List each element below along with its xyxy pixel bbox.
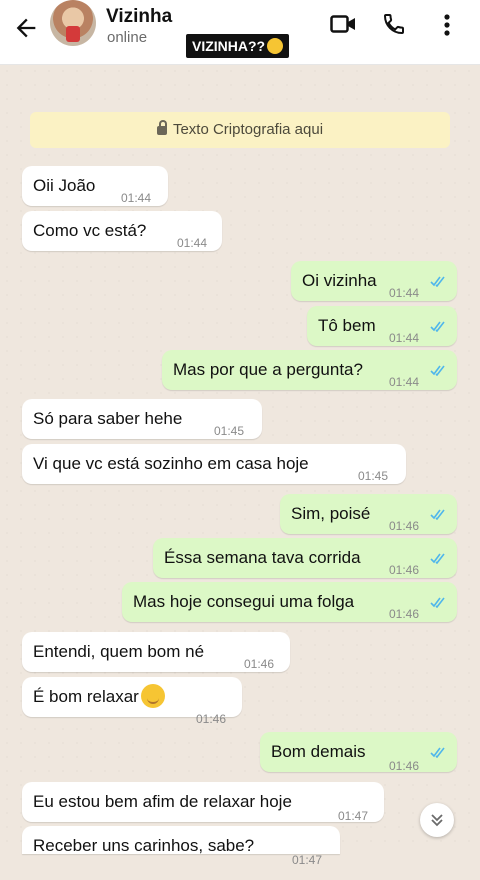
scroll-to-bottom-button[interactable] xyxy=(420,803,454,837)
message-time: 01:44 xyxy=(177,236,208,250)
message-text: Tô bem xyxy=(318,316,376,335)
read-receipt-icon xyxy=(430,597,445,608)
overlay-tag: VIZINHA?? xyxy=(186,34,290,58)
message-incoming[interactable]: Só para saber hehe 01:45 xyxy=(22,399,262,439)
read-receipt-icon xyxy=(430,747,445,758)
message-text-content: É bom relaxar xyxy=(33,687,139,706)
encryption-notice-text: Texto Criptografia aqui xyxy=(172,121,324,138)
contact-name[interactable]: Vizinha xyxy=(106,6,172,28)
message-text: Mas por que a pergunta? xyxy=(173,360,363,379)
message-text: Como vc está? xyxy=(33,221,147,240)
message-outgoing[interactable]: Oi vizinha 01:44 xyxy=(291,261,457,301)
message-incoming[interactable]: Eu estou bem afim de relaxar hoje 01:47 xyxy=(22,782,384,823)
phone-call-icon[interactable] xyxy=(382,12,406,36)
message-text: Sim, poisé xyxy=(291,504,371,523)
message-time: 01:44 xyxy=(389,375,420,389)
message-text: Só para saber hehe xyxy=(33,409,183,428)
message-outgoing[interactable]: Sim, poisé 01:46 xyxy=(280,494,457,534)
message-time: 01:46 xyxy=(244,657,275,671)
relieved-face-icon xyxy=(140,684,165,708)
read-receipt-icon xyxy=(430,509,445,520)
message-outgoing[interactable]: Tô bem 01:44 xyxy=(307,306,457,346)
contact-status: online xyxy=(107,29,148,46)
message-incoming[interactable]: Receber uns carinhos, sabe? 01:47 xyxy=(22,826,340,867)
chat-header: Vizinha online VIZINHA?? xyxy=(0,0,480,65)
message-outgoing[interactable]: Éssa semana tava corrida 01:46 xyxy=(153,538,457,578)
avatar[interactable] xyxy=(50,0,96,46)
double-chevron-down-icon xyxy=(431,814,443,827)
message-incoming[interactable]: Entendi, quem bom né 01:46 xyxy=(22,632,290,672)
more-options-icon[interactable] xyxy=(437,12,457,38)
message-outgoing[interactable]: Mas hoje consegui uma folga 01:46 xyxy=(122,582,457,622)
message-text: Entendi, quem bom né xyxy=(33,642,205,661)
message-text: Oi vizinha xyxy=(302,271,377,290)
message-time: 01:46 xyxy=(196,712,227,726)
message-incoming[interactable]: Como vc está? 01:44 xyxy=(22,211,222,251)
message-time: 01:46 xyxy=(389,607,420,621)
message-text: Éssa semana tava corrida xyxy=(164,548,361,567)
message-incoming[interactable]: Vi que vc está sozinho em casa hoje 01:4… xyxy=(22,444,406,484)
message-text: Eu estou bem afim de relaxar hoje xyxy=(33,792,292,811)
message-text: Bom demais xyxy=(271,742,366,761)
message-incoming[interactable]: Oii João 01:44 xyxy=(22,166,168,206)
message-incoming[interactable]: É bom relaxar 01:46 xyxy=(22,677,242,726)
read-receipt-icon xyxy=(430,553,445,564)
message-time: 01:46 xyxy=(389,759,420,773)
message-text: É bom relaxar xyxy=(33,677,165,717)
message-time: 01:45 xyxy=(358,469,389,483)
message-outgoing[interactable]: Bom demais 01:46 xyxy=(260,732,457,773)
message-time: 01:47 xyxy=(338,809,369,823)
message-outgoing[interactable]: Mas por que a pergunta? 01:44 xyxy=(162,350,457,390)
message-text: Vi que vc está sozinho em casa hoje xyxy=(33,454,309,473)
overlay-tag-text: VIZINHA?? xyxy=(192,38,266,54)
flushed-face-icon xyxy=(267,38,284,54)
video-call-icon[interactable] xyxy=(330,13,356,35)
encryption-notice[interactable]: Texto Criptografia aqui xyxy=(30,112,450,148)
message-time: 01:47 xyxy=(292,853,323,867)
read-receipt-icon xyxy=(430,365,445,376)
message-text: Receber uns carinhos, sabe? xyxy=(33,836,255,855)
lock-icon xyxy=(156,120,167,135)
read-receipt-icon xyxy=(430,321,445,332)
message-text: Mas hoje consegui uma folga xyxy=(133,592,355,611)
back-arrow-icon[interactable] xyxy=(12,14,40,42)
message-text: Oii João xyxy=(33,176,96,195)
read-receipt-icon xyxy=(430,276,445,287)
